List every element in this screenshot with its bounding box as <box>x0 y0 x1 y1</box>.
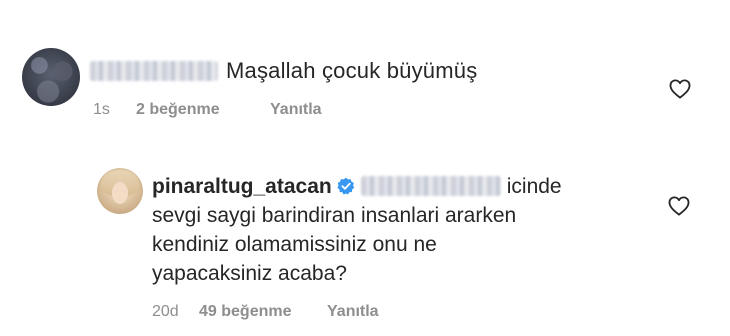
reply-text-line-3: kendiniz olamamissiniz onu ne <box>152 233 437 256</box>
comment-time: 1s <box>93 101 110 118</box>
reply-avatar[interactable] <box>97 168 143 214</box>
reply-reply-button[interactable]: Yanıtla <box>327 303 379 321</box>
avatar-blur-overlay <box>22 48 80 106</box>
comment-meta: 1s 2 beğenme Yanıtla <box>93 101 322 119</box>
comment-text: Maşallah çocuk büyümüş <box>226 58 478 83</box>
reply-line-1: pinaraltug_atacan icinde <box>152 172 632 201</box>
reply-comment: pinaraltug_atacan icinde sevgi saygi bar… <box>152 172 632 288</box>
reply-likes-link[interactable]: 49 beğenme <box>199 303 327 321</box>
reply-meta: 20d 49 beğenme Yanıtla <box>152 303 379 321</box>
avatar-face <box>112 182 128 204</box>
blurred-mention[interactable] <box>360 176 501 196</box>
reply-text-line-2: sevgi saygi barindiran insanlari ararken <box>152 204 517 227</box>
heart-outline-icon[interactable] <box>669 79 691 99</box>
comment-reply-button[interactable]: Yanıtla <box>270 101 322 119</box>
reply-username[interactable]: pinaraltug_atacan <box>152 175 332 198</box>
verified-badge-icon <box>337 177 355 195</box>
reply-time: 20d <box>152 303 179 320</box>
comment-likes-link[interactable]: 2 beğenme <box>136 101 270 119</box>
reply-text-line-1: icinde <box>506 175 562 198</box>
reply-text-line-4: yapacaksiniz acaba? <box>152 262 347 285</box>
commenter-avatar[interactable] <box>22 48 80 106</box>
blurred-username[interactable] <box>90 61 218 81</box>
comment-row: Maşallah çocuk büyümüş <box>90 58 477 84</box>
heart-outline-icon[interactable] <box>668 196 690 216</box>
